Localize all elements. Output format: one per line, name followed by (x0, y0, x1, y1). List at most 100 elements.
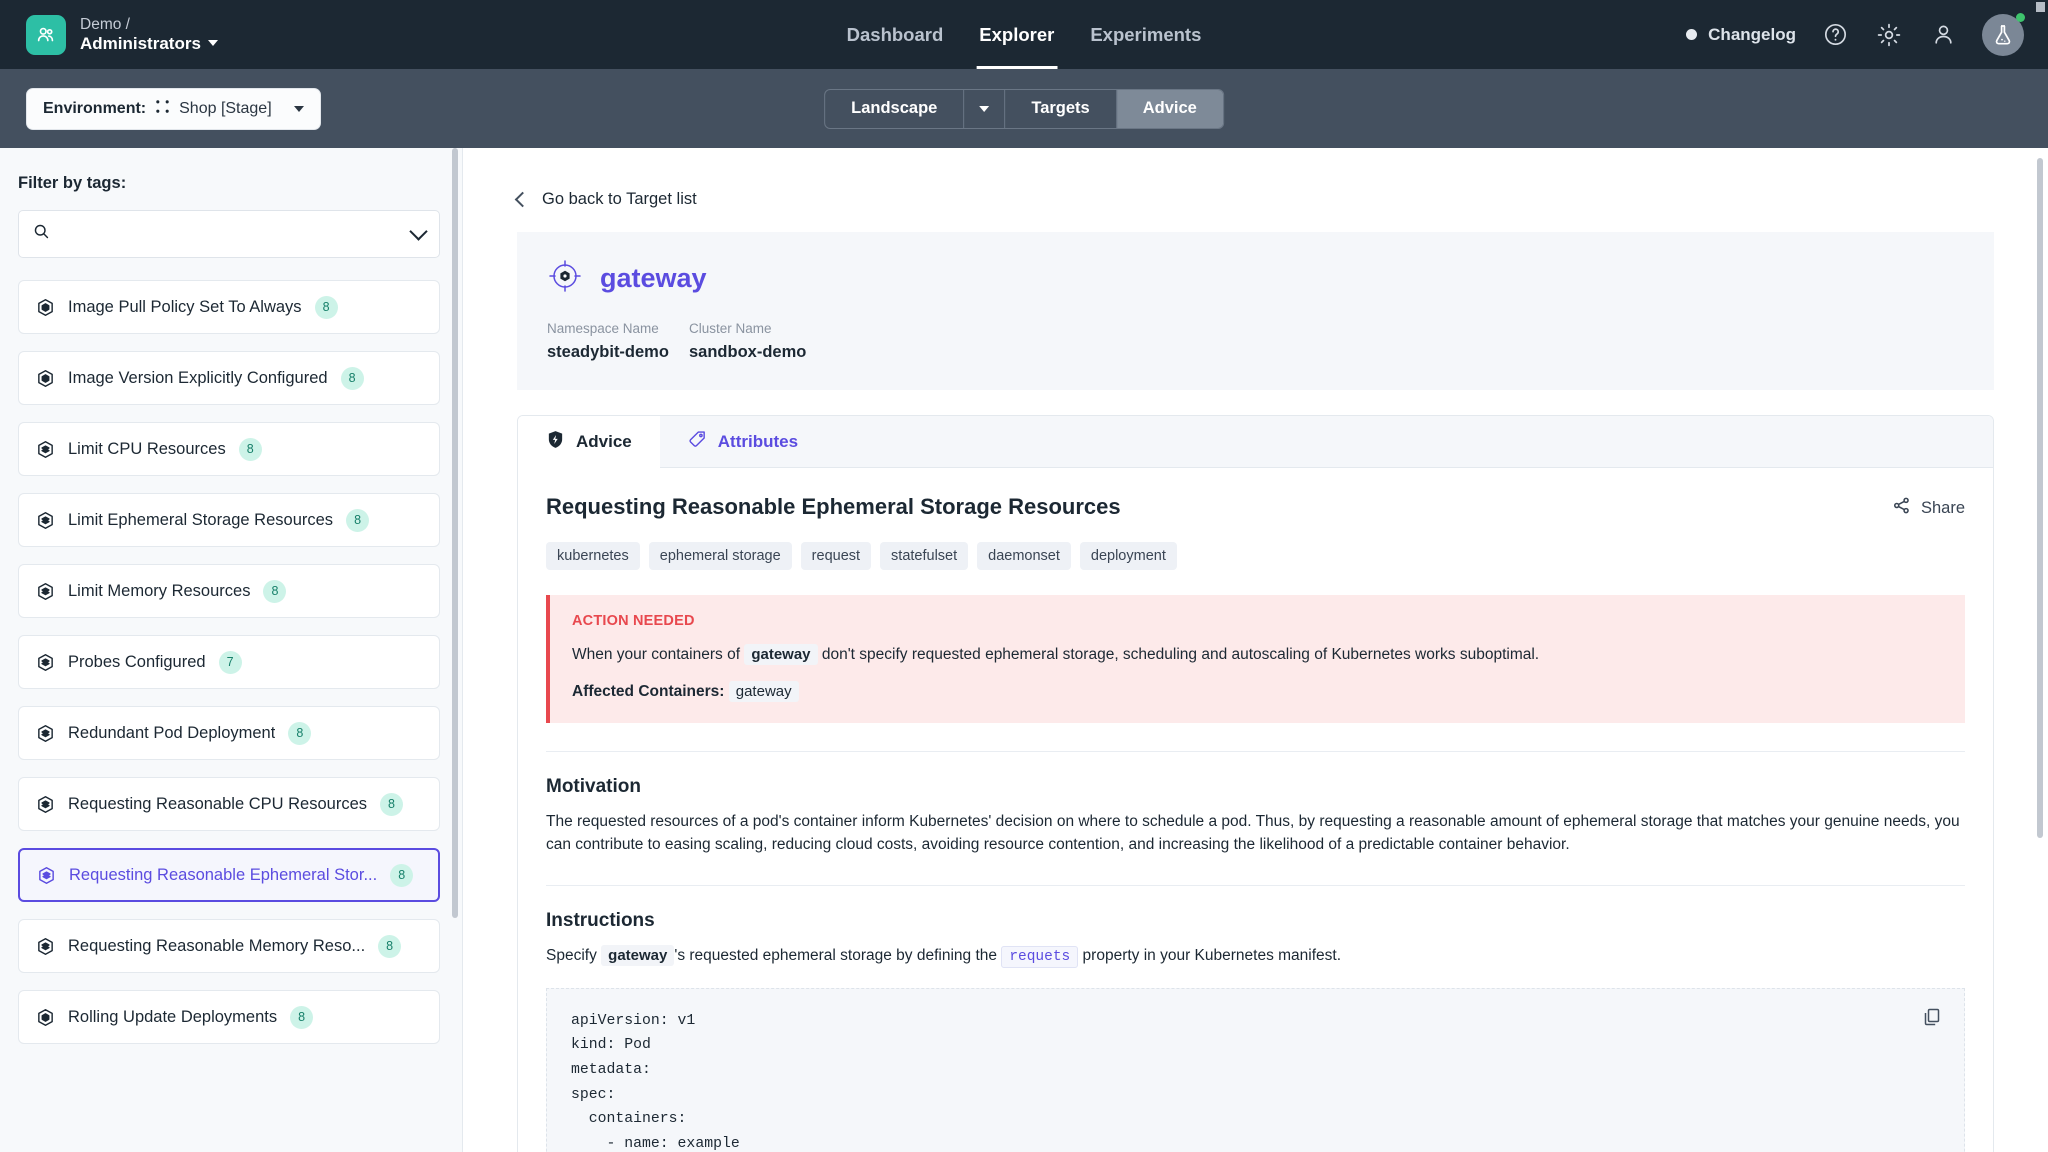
advice-item-count: 8 (288, 722, 311, 745)
advice-list-item[interactable]: Redundant Pod Deployment 8 (18, 706, 440, 760)
copy-icon[interactable] (1922, 1007, 1942, 1032)
go-back-link[interactable]: Go back to Target list (517, 148, 1994, 209)
flask-icon[interactable] (1982, 14, 2024, 56)
advice-item-count: 7 (219, 651, 242, 674)
advice-item-count: 8 (239, 438, 262, 461)
changelog-label: Changelog (1708, 25, 1796, 45)
instructions-target-chip: gateway (601, 945, 674, 966)
advice-item-label: Requesting Reasonable CPU Resources (68, 795, 367, 814)
meta-value: sandbox-demo (689, 343, 831, 362)
nav-experiments[interactable]: Experiments (1087, 0, 1204, 69)
divider (546, 885, 1965, 886)
sidebar-scrollbar[interactable] (452, 148, 458, 918)
environment-frame-icon (155, 99, 170, 119)
search-icon (33, 223, 50, 245)
page-scroll-arrow[interactable] (2036, 2, 2045, 12)
tab-targets[interactable]: Targets (1005, 90, 1116, 128)
help-circle-icon[interactable] (1820, 20, 1850, 50)
advice-panel: Advice Attributes Requesting Reasonable … (517, 415, 1994, 1152)
advice-item-label: Redundant Pod Deployment (68, 724, 275, 743)
meta-key: Namespace Name (547, 321, 689, 336)
advice-item-count: 8 (341, 367, 364, 390)
advice-list-item[interactable]: Requesting Reasonable CPU Resources 8 (18, 777, 440, 831)
advice-list-item[interactable]: Limit CPU Resources 8 (18, 422, 440, 476)
nav-explorer[interactable]: Explorer (976, 0, 1057, 69)
advice-list-item[interactable]: Image Version Explicitly Configured8 (18, 351, 440, 405)
instructions-pre: Specify (546, 947, 597, 964)
tab-advice-panel[interactable]: Advice (518, 416, 660, 468)
advice-item-count: 8 (263, 580, 286, 603)
brand-block[interactable]: Demo / Administrators (0, 15, 218, 55)
advice-list-item[interactable]: Requesting Reasonable Ephemeral Stor... 8 (18, 848, 440, 902)
advice-item-count: 8 (380, 793, 403, 816)
pod-icon (36, 369, 55, 388)
tag-filter[interactable] (18, 210, 440, 258)
tag-icon (688, 430, 707, 454)
share-button[interactable]: Share (1892, 496, 1965, 520)
team-switcher[interactable]: Administrators (80, 34, 218, 54)
environment-value: Shop [Stage] (179, 100, 272, 118)
affected-containers: Affected Containers: gateway (572, 683, 1943, 701)
alert-body-pre: When your containers of (572, 646, 740, 663)
environment-label: Environment: (43, 100, 146, 118)
instructions-code-literal: requets (1001, 946, 1078, 968)
advice-tag[interactable]: ephemeral storage (649, 542, 792, 570)
tab-landscape-dropdown[interactable] (964, 90, 1005, 128)
tab-landscape[interactable]: Landscape (825, 90, 964, 128)
nav-dashboard[interactable]: Dashboard (844, 0, 947, 69)
advice-item-label: Limit Ephemeral Storage Resources (68, 511, 333, 530)
advice-item-count: 8 (315, 296, 338, 319)
deployment-icon (37, 866, 56, 885)
advice-tag[interactable]: daemonset (977, 542, 1071, 570)
advice-tag[interactable]: deployment (1080, 542, 1177, 570)
advice-list-item[interactable]: Image Pull Policy Set To Always 8 (18, 280, 440, 334)
advice-tag[interactable]: statefulset (880, 542, 968, 570)
chevron-left-icon (515, 192, 531, 208)
motivation-title: Motivation (546, 776, 1965, 798)
instructions-mid: 's requested ephemeral storage by defini… (674, 947, 997, 964)
environment-selector[interactable]: Environment: Shop [Stage] (26, 88, 321, 130)
divider (546, 751, 1965, 752)
main-scrollbar[interactable] (2037, 158, 2043, 838)
deployment-icon (36, 653, 55, 672)
advice-list-item[interactable]: Limit Ephemeral Storage Resources8 (18, 493, 440, 547)
filter-title: Filter by tags: (0, 148, 462, 193)
chevron-down-icon[interactable] (409, 222, 427, 240)
tab-advice[interactable]: Advice (1117, 90, 1223, 128)
advice-list-item[interactable]: Rolling Update Deployments8 (18, 990, 440, 1044)
tab-attributes[interactable]: Attributes (660, 416, 826, 468)
instructions-text: Specify gateway's requested ephemeral st… (546, 944, 1965, 968)
advice-item-label: Probes Configured (68, 653, 206, 672)
advice-title: Requesting Reasonable Ephemeral Storage … (546, 494, 1965, 520)
advice-item-label: Limit CPU Resources (68, 440, 226, 459)
changelog-button[interactable]: Changelog (1686, 25, 1796, 45)
pod-icon (36, 1008, 55, 1027)
team-name: Administrators (80, 34, 201, 54)
meta-namespace: Namespace Name steadybit-demo (547, 321, 689, 362)
search-input[interactable] (60, 226, 412, 243)
shield-bolt-icon (546, 430, 565, 454)
sub-header: Environment: Shop [Stage] Landscape Targ… (0, 69, 2048, 148)
advice-item-label: Requesting Reasonable Memory Reso... (68, 937, 365, 956)
deployment-icon (36, 582, 55, 601)
advice-item-label: Limit Memory Resources (68, 582, 250, 601)
advice-tag[interactable]: kubernetes (546, 542, 640, 570)
advice-tag[interactable]: request (801, 542, 871, 570)
advice-sidebar: Filter by tags: Image Pull Policy Set To… (0, 148, 463, 1152)
top-header: Demo / Administrators Dashboard Explorer… (0, 0, 2048, 69)
advice-item-count: 8 (390, 864, 413, 887)
advice-item-label: Image Pull Policy Set To Always (68, 298, 302, 317)
advice-list-item[interactable]: Limit Memory Resources 8 (18, 564, 440, 618)
share-label: Share (1921, 499, 1965, 518)
meta-key: Cluster Name (689, 321, 831, 336)
deployment-icon (36, 937, 55, 956)
advice-item-label: Requesting Reasonable Ephemeral Stor... (69, 866, 377, 885)
advice-list-item[interactable]: Probes Configured 7 (18, 635, 440, 689)
user-icon[interactable] (1928, 20, 1958, 50)
deployment-icon (36, 795, 55, 814)
gear-icon[interactable] (1874, 20, 1904, 50)
affected-value: gateway (729, 681, 799, 702)
advice-item-count: 8 (290, 1006, 313, 1029)
tab-label: Attributes (718, 432, 798, 452)
advice-list-item[interactable]: Requesting Reasonable Memory Reso...8 (18, 919, 440, 973)
